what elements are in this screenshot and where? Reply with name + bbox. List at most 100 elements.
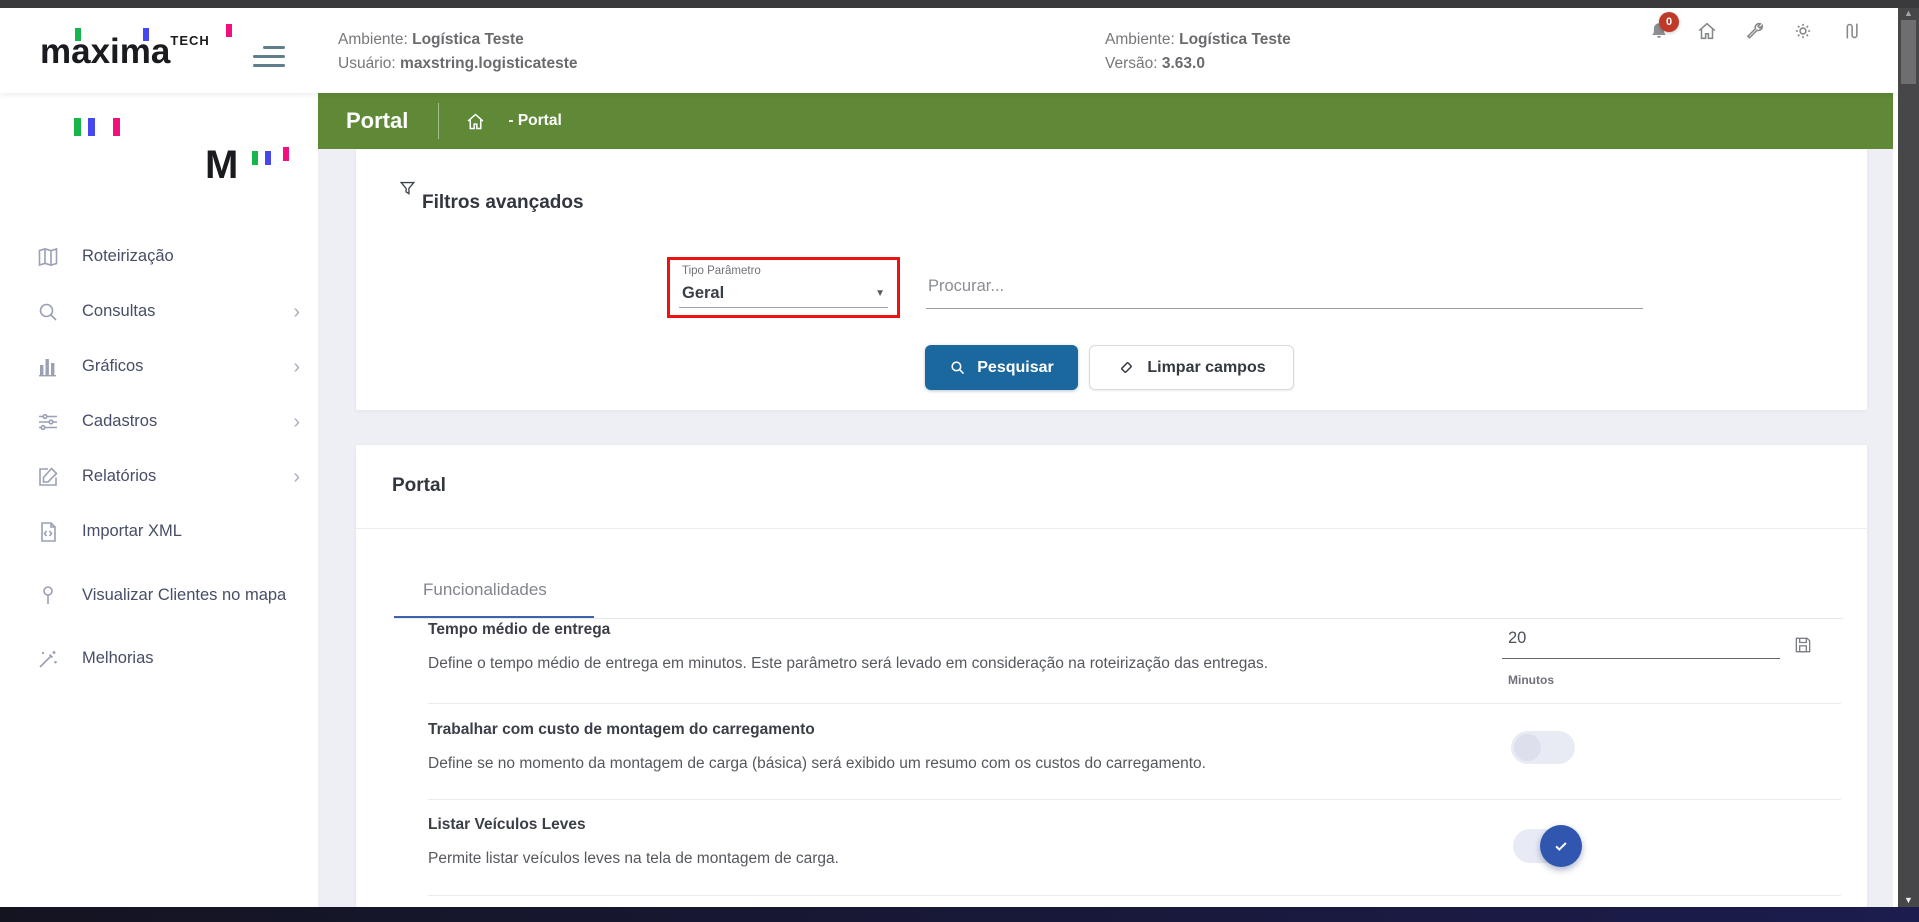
- search-button[interactable]: Pesquisar: [925, 345, 1078, 390]
- portal-card: Portal Funcionalidades Tempo médio de en…: [356, 445, 1867, 907]
- sidebar-item-roteirizacao[interactable]: Roteirização: [0, 229, 318, 284]
- scrollbar-thumb[interactable]: [1901, 20, 1916, 84]
- sidebar-logo-mini-pink: [283, 147, 289, 161]
- filter-funnel-icon: [398, 179, 417, 203]
- sidebar-item-label: Relatórios: [82, 467, 157, 485]
- minutes-input[interactable]: [1502, 625, 1780, 659]
- menu-toggle-icon[interactable]: [253, 46, 285, 70]
- edit-icon: [36, 465, 60, 489]
- search-field-wrap: [926, 271, 1643, 309]
- ambiente-value-2: Logística Teste: [1179, 31, 1291, 48]
- sidebar-logo-bar-pink: [113, 118, 120, 136]
- sidebar-item-importar-xml[interactable]: Importar XML: [0, 504, 318, 559]
- sliders-icon: [36, 410, 60, 434]
- chevron-down-icon[interactable]: ▼: [875, 288, 885, 299]
- browser-scrollbar[interactable]: ▲ ▼: [1898, 8, 1919, 907]
- sidebar-item-label: Roteirização: [82, 247, 174, 265]
- setting-title: Trabalhar com custo de montagem do carre…: [428, 721, 815, 738]
- maximatech-logo: maximaTECH: [40, 24, 240, 76]
- logo-tick-pink: [226, 24, 232, 37]
- sidebar-item-label: Visualizar Clientes no mapa: [82, 585, 287, 604]
- sidebar-item-label: Cadastros: [82, 412, 158, 430]
- sidebar-item-consultas[interactable]: Consultas ›: [0, 284, 318, 339]
- sidebar: M Roteirização Consultas › Gráficos › Ca…: [0, 93, 318, 907]
- clear-fields-button-label: Limpar campos: [1147, 358, 1266, 376]
- sidebar-item-graficos[interactable]: Gráficos ›: [0, 339, 318, 394]
- minutes-field-wrap: [1502, 625, 1780, 659]
- search-button-label: Pesquisar: [977, 358, 1054, 376]
- section-divider: [356, 528, 1867, 529]
- wrench-icon[interactable]: [1744, 20, 1766, 42]
- page-title: Portal: [346, 108, 409, 133]
- param-type-underline: [679, 307, 888, 308]
- usuario-label: Usuário:: [338, 55, 396, 72]
- chevron-right-icon: ›: [293, 355, 300, 378]
- setting-description: Define se no momento da montagem de carg…: [428, 755, 1206, 772]
- row-divider: [428, 799, 1841, 800]
- sidebar-item-label: Melhorias: [82, 649, 154, 667]
- sidebar-item-label: Importar XML: [82, 522, 182, 540]
- app-header: maximaTECH Ambiente: Logística Teste Usu…: [0, 8, 1898, 93]
- tab-divider: [394, 618, 1843, 619]
- scroll-up-arrow[interactable]: ▲: [1898, 8, 1919, 18]
- ambiente-label: Ambiente:: [338, 31, 408, 48]
- sidebar-item-melhorias[interactable]: Melhorias: [0, 631, 318, 686]
- chevron-right-icon: ›: [293, 300, 300, 323]
- breadcrumb-home-icon[interactable]: [465, 111, 486, 132]
- toggle-listar-veiculos-on[interactable]: [1513, 825, 1582, 867]
- route-icon[interactable]: [1840, 20, 1862, 42]
- environment-version-info: Ambiente: Logística Teste Versão: 3.63.0: [1105, 28, 1291, 76]
- sidebar-logo-bar-green: [74, 118, 81, 136]
- notifications-bell-icon[interactable]: 0: [1648, 12, 1679, 42]
- save-icon[interactable]: [1793, 635, 1813, 660]
- map-pin-icon: [36, 583, 60, 607]
- map-icon: [36, 245, 60, 269]
- search-input[interactable]: [926, 271, 1643, 309]
- setting-description: Permite listar veículos leves na tela de…: [428, 850, 839, 867]
- logo-tick-green: [75, 28, 81, 41]
- sidebar-menu: Roteirização Consultas › Gráficos › Cada…: [0, 229, 318, 686]
- sidebar-item-cadastros[interactable]: Cadastros ›: [0, 394, 318, 449]
- toggle-custo-montagem-off[interactable]: [1511, 731, 1575, 764]
- filters-card: Filtros avançados Tipo Parâmetro Geral ▼…: [356, 149, 1867, 410]
- logo-suffix: TECH: [170, 33, 210, 48]
- browser-top-strip: [0, 0, 1919, 8]
- page-bar-divider: [438, 103, 440, 139]
- search-icon: [36, 300, 60, 324]
- sidebar-logo-bar-blue: [88, 118, 95, 136]
- sidebar-item-relatorios[interactable]: Relatórios ›: [0, 449, 318, 504]
- chevron-right-icon: ›: [293, 465, 300, 488]
- notification-badge: 0: [1659, 12, 1679, 32]
- logo-tick-blue: [143, 28, 149, 41]
- home-icon[interactable]: [1696, 20, 1718, 42]
- scroll-down-arrow[interactable]: ▼: [1898, 895, 1919, 905]
- bar-chart-icon: [36, 355, 60, 379]
- toggle-knob-check: [1540, 825, 1582, 867]
- chevron-right-icon: ›: [293, 410, 300, 433]
- settings-gear-icon[interactable]: [1792, 20, 1814, 42]
- tab-funcionalidades[interactable]: Funcionalidades: [423, 580, 547, 600]
- app-window: maximaTECH Ambiente: Logística Teste Usu…: [0, 0, 1919, 922]
- logo-word: maxima: [40, 32, 171, 71]
- setting-title: Tempo médio de entrega: [428, 621, 611, 638]
- environment-user-info: Ambiente: Logística Teste Usuário: maxst…: [338, 28, 577, 76]
- filters-title: Filtros avançados: [422, 192, 584, 213]
- file-code-icon: [36, 520, 60, 544]
- ambiente-label-2: Ambiente:: [1105, 31, 1175, 48]
- setting-title: Listar Veículos Leves: [428, 816, 586, 833]
- sidebar-item-visualizar-clientes[interactable]: Visualizar Clientes no mapa: [0, 559, 318, 631]
- ambiente-value: Logística Teste: [412, 31, 524, 48]
- sidebar-logo-m: M: [205, 143, 239, 187]
- row-divider: [428, 703, 1841, 704]
- versao-value: 3.63.0: [1161, 55, 1205, 72]
- header-action-icons: 0: [1648, 12, 1862, 42]
- taskbar-strip: [0, 907, 1919, 922]
- clear-fields-button[interactable]: Limpar campos: [1089, 345, 1294, 390]
- breadcrumb: - Portal: [508, 112, 562, 129]
- portal-section-title: Portal: [392, 475, 446, 496]
- main-content: Portal - Portal Filtros avançados Tipo P…: [318, 93, 1893, 907]
- magic-wand-icon: [36, 647, 60, 671]
- sidebar-item-label: Gráficos: [82, 357, 144, 375]
- param-type-select[interactable]: Geral: [682, 284, 724, 303]
- param-type-label: Tipo Parâmetro: [682, 265, 761, 277]
